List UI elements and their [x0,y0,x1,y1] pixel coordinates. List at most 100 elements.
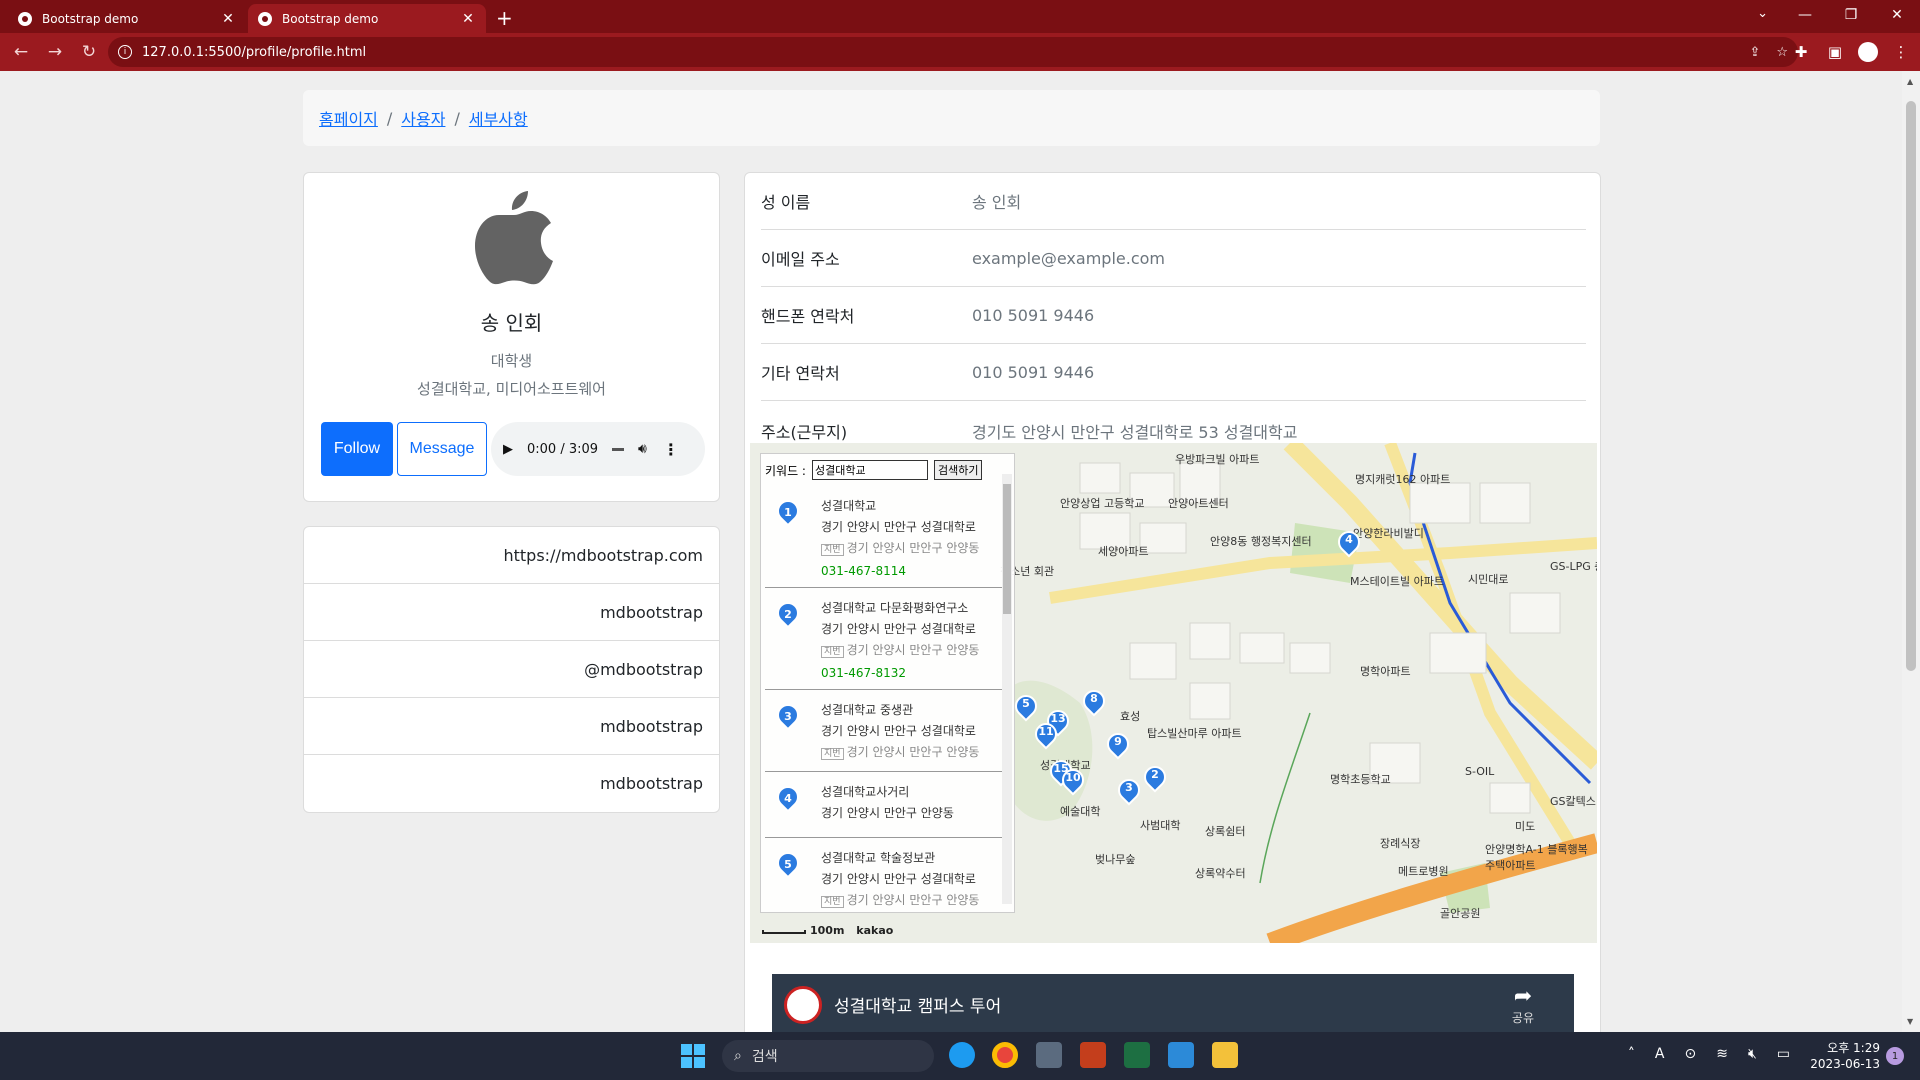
list-item[interactable]: mdbootstrap [304,755,719,812]
list-item[interactable]: @mdbootstrap [304,641,719,698]
map-search-button[interactable]: 검색하기 [933,460,983,480]
reload-icon[interactable]: ↻ [72,37,106,67]
chrome-icon[interactable] [992,1042,1018,1068]
profile-avatar-icon[interactable] [1858,42,1878,62]
map-label: 우방파크빌 아파트 [1175,453,1260,466]
wifi-icon[interactable]: ≋ [1716,1046,1728,1062]
search-result-item[interactable]: 3 성결대학교 중생관 경기 안양시 만안구 성결대학로 지번 경기 안양시 만안… [765,690,1008,772]
list-item[interactable]: mdbootstrap [304,584,719,641]
map-marker[interactable]: 9 [1102,728,1134,763]
profile-card: 송 인회 대학생 성결대학교, 미디어소프트웨어 Follow Message … [303,172,720,502]
vscode-icon[interactable] [1168,1042,1194,1068]
list-item[interactable]: https://mdbootstrap.com [304,527,719,584]
audio-progress-slider[interactable] [612,447,625,451]
info-value: 경기도 안양시 만안구 성결대학로 53 성결대학교 [972,423,1298,442]
map-label: 안양아트센터 [1168,497,1229,510]
search-result-item[interactable]: 1 성결대학교 경기 안양시 만안구 성결대학로 지번 경기 안양시 만안구 안양… [765,486,1008,588]
tab-title: Bootstrap demo [42,11,139,26]
map-label: 사범대학 [1140,819,1181,832]
forward-icon[interactable]: → [38,37,72,67]
scrollbar-thumb[interactable] [1906,101,1916,671]
extensions-icon[interactable]: ✚ [1790,43,1812,61]
menu-dots-icon[interactable]: ⋮ [1890,43,1912,61]
window-close-icon[interactable]: ✕ [1874,0,1920,30]
map-marker[interactable]: 3 [1113,774,1145,809]
restore-icon[interactable]: ❐ [1828,0,1874,30]
search-result-item[interactable]: 4 성결대학교사거리 경기 안양시 만안구 안양동 [765,772,1008,838]
close-icon[interactable]: ✕ [460,11,476,27]
map-label: S-OIL [1465,765,1495,778]
map-label: GS-LPG 충전소 [1550,560,1597,573]
result-jibun: 지번 경기 안양시 만안구 안양동 [821,742,1008,765]
taskbar-clock[interactable]: 오후 1:29 2023-06-13 [1810,1040,1880,1072]
result-title: 성결대학교사거리 [821,785,910,799]
powerpoint-icon[interactable] [1080,1042,1106,1068]
page-scrollbar[interactable]: ▲ ▼ [1902,71,1920,1032]
map-label: 메트로병원 [1398,865,1449,878]
result-address: 경기 안양시 만안구 안양동 [821,806,954,820]
close-icon[interactable]: ✕ [220,11,236,27]
links-card: https://mdbootstrap.com mdbootstrap @mdb… [303,526,720,813]
panel-scrollbar[interactable] [1002,474,1012,904]
result-address: 경기 안양시 만안구 성결대학로 [821,622,976,636]
search-result-item[interactable]: 2 성결대학교 다문화평화연구소 경기 안양시 만안구 성결대학로 지번 경기 안… [765,588,1008,690]
notification-badge[interactable]: 1 [1886,1047,1904,1065]
map-marker[interactable]: 5 [1010,690,1042,725]
address-bar[interactable]: i 127.0.0.1:5500/profile/profile.html ⇪ … [108,37,1798,67]
site-info-icon[interactable]: i [118,45,132,59]
back-icon[interactable]: ← [4,37,38,67]
browser-tab-active[interactable]: Bootstrap demo ✕ [248,4,486,33]
map-label: 명지캐럿162 아파트 [1355,473,1451,486]
kakao-map[interactable]: 우방파크빌 아파트 안양아트센터 안양상업 고등학교 안양8동 행정복지센터 세… [750,443,1597,943]
video-embed[interactable]: 성결대학교 캠퍼스 투어 ➦ 공유 [772,974,1574,1032]
excel-icon[interactable] [1124,1042,1150,1068]
tab-search-icon[interactable]: ⌄ [1757,6,1768,21]
breadcrumb-home-link[interactable]: 홈페이지 [319,106,378,130]
taskbar-search[interactable]: ⌕ 검색 [722,1040,934,1072]
follow-button[interactable]: Follow [321,422,393,476]
map-label: 시민대로 [1468,573,1509,586]
share-icon[interactable]: ⇪ [1749,45,1760,60]
share-icon[interactable]: ➦ 공유 [1512,984,1534,1026]
more-options-icon[interactable]: ⋮ [663,440,679,459]
scroll-down-icon[interactable]: ▼ [1907,1017,1913,1026]
breadcrumb: 홈페이지 / 사용자 / 세부사항 [303,90,1600,146]
keyword-input[interactable] [811,460,928,480]
bookmark-star-icon[interactable]: ☆ [1776,45,1788,60]
message-button[interactable]: Message [397,422,487,476]
windows-start-icon[interactable] [681,1044,705,1068]
map-marker[interactable]: 11 [1030,718,1062,753]
list-item[interactable]: mdbootstrap [304,698,719,755]
calculator-icon[interactable] [1036,1042,1062,1068]
side-panel-icon[interactable]: ▣ [1824,43,1846,61]
input-method-icon[interactable]: A [1655,1046,1665,1062]
share-label: 공유 [1511,1011,1534,1025]
breadcrumb-users-link[interactable]: 사용자 [401,106,445,130]
play-icon[interactable]: ▶ [503,442,513,457]
info-label: 이메일 주소 [761,250,840,269]
map-label: 예술대학 [1060,805,1101,818]
breadcrumb-detail-link[interactable]: 세부사항 [469,106,528,130]
new-tab-button[interactable]: + [496,6,513,30]
map-marker[interactable]: 10 [1057,764,1089,799]
volume-mute-icon[interactable]: 🔇︎ [1748,1046,1757,1062]
channel-avatar[interactable] [784,986,822,1024]
video-title[interactable]: 성결대학교 캠퍼스 투어 [834,992,1001,1017]
map-marker[interactable]: 2 [1139,761,1171,796]
file-explorer-icon[interactable] [1212,1042,1238,1068]
map-marker[interactable]: 4 [1333,526,1365,561]
scroll-up-icon[interactable]: ▲ [1907,77,1913,86]
jibun-badge: 지번 [821,646,844,658]
map-marker[interactable]: 8 [1078,685,1110,720]
breadcrumb-separator: / [386,108,393,128]
minimize-icon[interactable]: — [1782,0,1828,30]
result-marker-icon: 2 [772,597,804,632]
page-viewport: 홈페이지 / 사용자 / 세부사항 송 인회 대학생 성결대학교, 미디어소프트… [0,71,1902,1032]
battery-icon[interactable]: ▭ [1777,1046,1790,1062]
location-icon[interactable]: ⊙ [1684,1046,1696,1062]
search-result-item[interactable]: 5 성결대학교 학술정보관 경기 안양시 만안구 성결대학로 지번 경기 안양시 … [765,838,1008,908]
volume-icon[interactable]: 🔊︎ [638,441,647,457]
edge-icon[interactable] [949,1042,975,1068]
browser-tab[interactable]: Bootstrap demo ✕ [8,4,246,33]
chevron-up-icon[interactable]: ˄ [1628,1046,1635,1062]
